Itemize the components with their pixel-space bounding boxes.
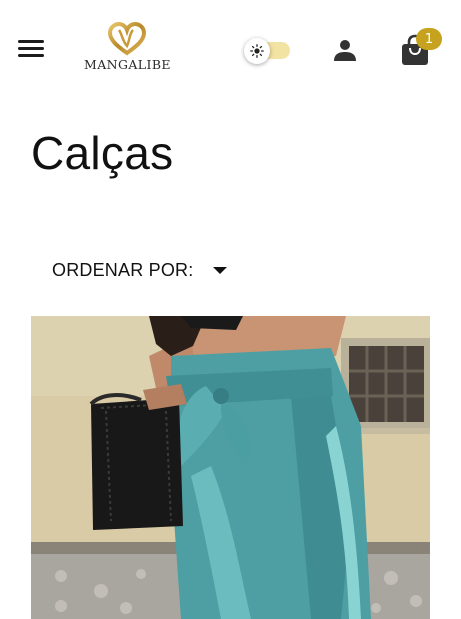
sort-dropdown[interactable]: ORDENAR POR: — [52, 258, 228, 282]
product-image[interactable] — [31, 316, 430, 619]
logo-text: MANGALIBE — [84, 57, 171, 72]
theme-toggle[interactable] — [244, 38, 292, 64]
product-photo — [31, 316, 430, 619]
user-icon — [334, 40, 356, 61]
sort-label: ORDENAR POR: — [52, 259, 194, 280]
hamburger-menu-icon[interactable] — [18, 40, 44, 60]
heart-logo-icon — [107, 22, 147, 56]
page-title: Calças — [31, 127, 174, 179]
site-header: MANGALIBE 1 — [0, 0, 461, 100]
site-logo[interactable]: MANGALIBE — [84, 22, 171, 78]
cart-count-badge: 1 — [416, 28, 442, 50]
caret-down-icon — [213, 266, 228, 274]
toggle-knob — [244, 38, 270, 64]
account-button[interactable] — [333, 38, 357, 62]
sun-icon — [250, 44, 264, 58]
